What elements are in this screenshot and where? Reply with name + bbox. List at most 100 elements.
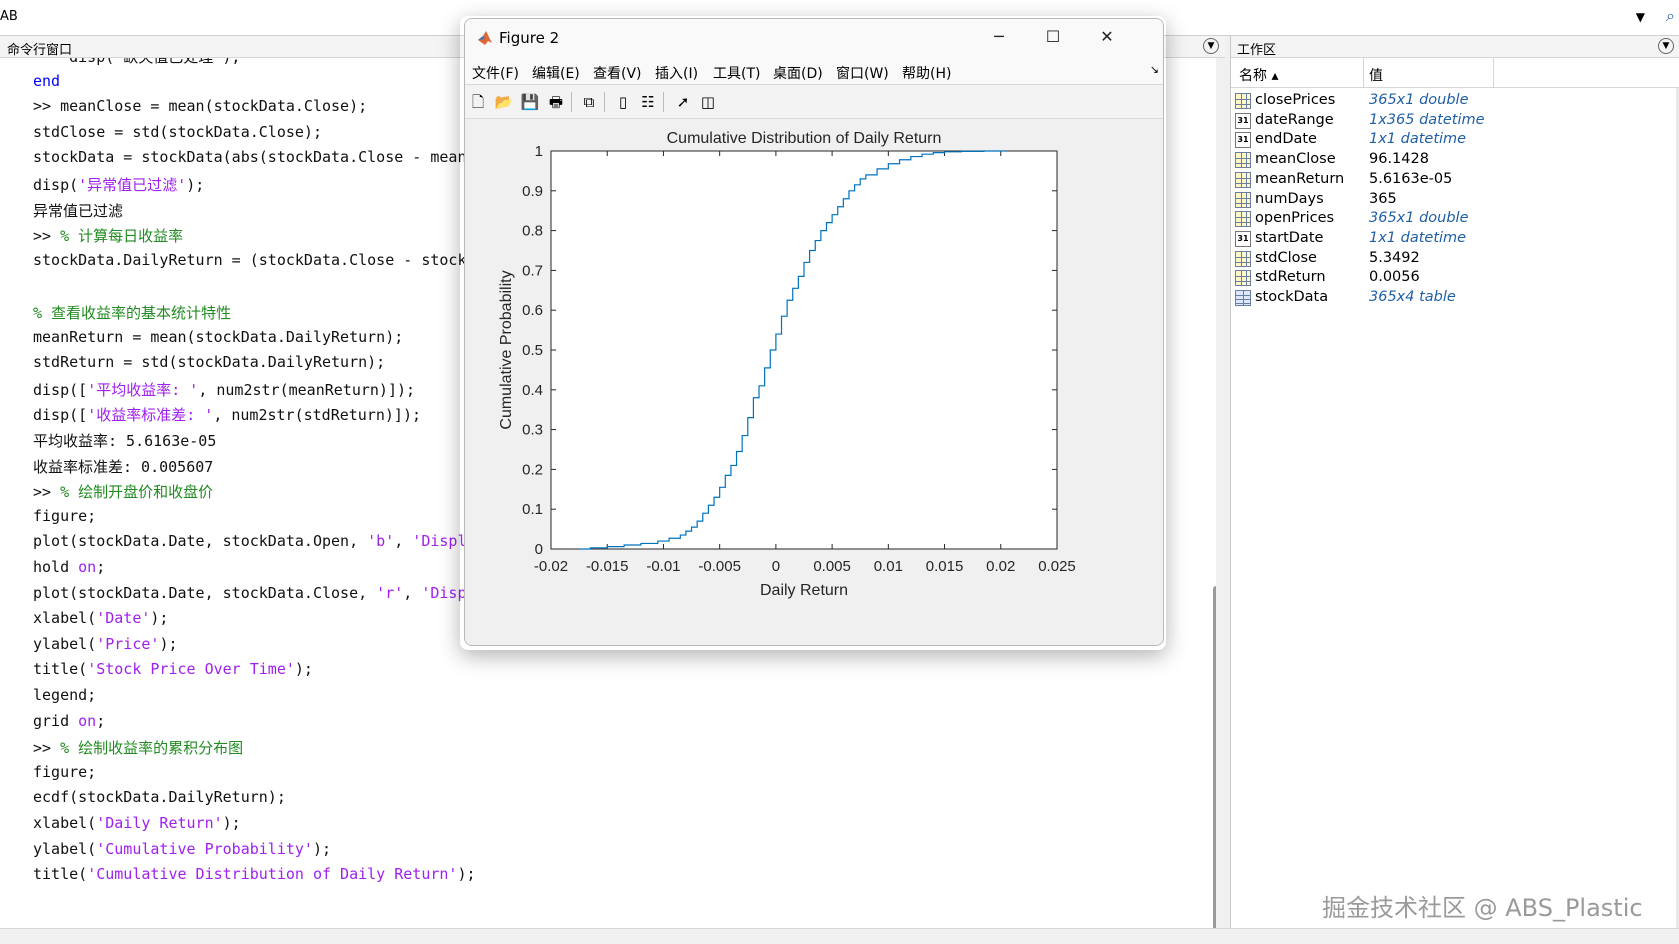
menu-view[interactable]: 查看(V) bbox=[593, 63, 642, 83]
command-line-token: disp([ bbox=[33, 406, 88, 425]
command-line: >> % 绘制开盘价和收盘价 bbox=[33, 481, 213, 506]
legend-icon[interactable]: ☷ bbox=[637, 92, 659, 112]
dock-icon[interactable]: ↘ bbox=[1150, 63, 1159, 76]
panel-menu-icon[interactable]: ▼ bbox=[1658, 38, 1674, 54]
workspace-variable-row[interactable]: 31 endDate 1x1 datetime bbox=[1231, 130, 1679, 150]
y-axis-label: Cumulative Probability bbox=[498, 270, 515, 429]
workspace-variable-row[interactable]: meanReturn 5.6163e-05 bbox=[1231, 170, 1679, 190]
workspace-variable-row[interactable]: numDays 365 bbox=[1231, 190, 1679, 210]
command-line-token: , num2str(meanReturn)]); bbox=[198, 380, 416, 399]
table-icon bbox=[1235, 290, 1251, 306]
variable-name: startDate bbox=[1255, 229, 1324, 246]
command-line-token: 'Stock Price Over Time' bbox=[87, 660, 295, 679]
chevron-down-icon[interactable]: ▼ bbox=[1636, 10, 1645, 24]
menu-insert[interactable]: 插入(I) bbox=[655, 63, 698, 83]
print-icon[interactable]: 🖶 bbox=[545, 92, 567, 112]
colorbar-icon[interactable]: ▯ bbox=[612, 92, 634, 112]
x-tick-label: -0.01 bbox=[646, 558, 680, 575]
menu-desktop[interactable]: 桌面(D) bbox=[773, 63, 823, 83]
command-line-token: 'Daily Return' bbox=[96, 814, 223, 832]
workspace-variable-row[interactable]: stockData 365x4 table bbox=[1231, 288, 1679, 308]
variable-name: meanReturn bbox=[1255, 170, 1345, 187]
save-icon[interactable]: 💾 bbox=[519, 92, 541, 112]
close-icon[interactable]: ✕ bbox=[1087, 27, 1127, 49]
command-line: figure; bbox=[33, 763, 96, 788]
command-line-token: legend; bbox=[33, 686, 97, 704]
command-line-token: meanReturn = mean(stockData.DailyReturn)… bbox=[33, 327, 404, 346]
menu-tools[interactable]: 工具(T) bbox=[713, 63, 760, 83]
command-line-token: ylabel( bbox=[33, 839, 97, 858]
command-line: meanReturn = mean(stockData.DailyReturn)… bbox=[33, 328, 403, 353]
figure-window[interactable]: Figure 2 ─ ☐ ✕ 文件(F) 编辑(E) 查看(V) 插入(I) 工… bbox=[464, 18, 1164, 646]
figure-menu-bar: 文件(F) 编辑(E) 查看(V) 插入(I) 工具(T) 桌面(D) 窗口(W… bbox=[465, 57, 1163, 85]
y-tick-label: 0 bbox=[535, 541, 543, 558]
y-tick-label: 0.9 bbox=[522, 183, 543, 200]
chart-title: Cumulative Distribution of Daily Return bbox=[667, 130, 942, 147]
matrix-icon bbox=[1235, 250, 1251, 267]
status-bar bbox=[0, 928, 1679, 944]
command-line-token: xlabel( bbox=[33, 609, 97, 628]
variable-value: 1x1 datetime bbox=[1369, 131, 1467, 148]
menu-edit[interactable]: 编辑(E) bbox=[532, 63, 580, 83]
command-line-token: grid bbox=[33, 711, 79, 730]
y-tick-label: 0.1 bbox=[522, 501, 543, 518]
workspace-variable-row[interactable]: closePrices 365x1 double bbox=[1231, 91, 1679, 111]
workspace-variable-row[interactable]: stdReturn 0.0056 bbox=[1231, 268, 1679, 288]
command-line-token: '平均收益率: ' bbox=[87, 380, 199, 399]
workspace-variable-row[interactable]: meanClose 96.1428 bbox=[1231, 150, 1679, 170]
search-icon[interactable]: ⌕ bbox=[1666, 6, 1675, 26]
command-line-token: , bbox=[403, 583, 422, 602]
workspace-variable-row[interactable]: 31 dateRange 1x365 datetime bbox=[1231, 111, 1679, 131]
workspace-variable-row[interactable]: openPrices 365x1 double bbox=[1231, 209, 1679, 229]
x-tick-label: 0.01 bbox=[874, 558, 903, 575]
variable-value: 96.1428 bbox=[1369, 151, 1429, 168]
variable-value: 365x1 double bbox=[1369, 92, 1469, 108]
new-figure-icon[interactable]: 🗋 bbox=[467, 92, 489, 112]
command-line: stockData.DailyReturn = (stockData.Close… bbox=[33, 251, 466, 276]
command-line-token: 'Date' bbox=[96, 609, 151, 628]
menu-file[interactable]: 文件(F) bbox=[472, 63, 519, 83]
workspace-variable-row[interactable]: 31 startDate 1x1 datetime bbox=[1231, 229, 1679, 249]
variable-value: 365 bbox=[1369, 190, 1397, 207]
vertical-scrollbar[interactable] bbox=[1213, 586, 1216, 928]
command-line-token: % 绘制开盘价和收盘价 bbox=[60, 483, 214, 502]
x-tick-label: -0.005 bbox=[698, 558, 741, 575]
command-line: ylabel('Price'); bbox=[33, 635, 178, 660]
figure-canvas[interactable]: -0.02 -0.015 -0.01 -0.005 0 0.005 0.01 0.015 0.0… bbox=[465, 119, 1163, 645]
command-line: title('Cumulative Distribution of Daily … bbox=[33, 865, 476, 890]
command-line-token: ); bbox=[294, 660, 313, 679]
pointer-icon[interactable]: ➚ bbox=[672, 92, 694, 112]
command-line: end bbox=[33, 72, 60, 97]
command-line-token: ecdf(stockData.DailyReturn); bbox=[33, 788, 286, 807]
watermark-text: 掘金技术社区 @ ABS_Plastic bbox=[1322, 894, 1643, 922]
column-header-name[interactable]: 名称 ▴ bbox=[1239, 65, 1278, 85]
link-plot-icon[interactable]: ⧉ bbox=[578, 92, 600, 112]
command-line-token: title( bbox=[33, 865, 88, 884]
workspace-variable-row[interactable]: stdClose 5.3492 bbox=[1231, 249, 1679, 269]
column-header-value[interactable]: 值 bbox=[1369, 65, 1383, 85]
command-line-token: 'Displ bbox=[412, 532, 467, 551]
command-line-token: ; bbox=[96, 558, 106, 576]
figure-title-bar[interactable]: Figure 2 ─ ☐ ✕ bbox=[465, 19, 1163, 57]
panel-menu-icon[interactable]: ▼ bbox=[1203, 38, 1219, 54]
open-file-icon[interactable]: 📂 bbox=[493, 92, 515, 112]
menu-window[interactable]: 窗口(W) bbox=[836, 63, 889, 83]
command-line: disp(['收益率标准差: ', num2str(stdReturn)]); bbox=[33, 404, 421, 429]
matrix-icon bbox=[1235, 270, 1251, 287]
command-line: ecdf(stockData.DailyReturn); bbox=[33, 788, 286, 813]
minimize-icon[interactable]: ─ bbox=[979, 27, 1019, 49]
property-editor-icon[interactable]: ◫ bbox=[697, 92, 719, 112]
command-line-token: 平均收益率: 5.6163e-05 bbox=[33, 432, 217, 450]
variable-value: 365x4 table bbox=[1369, 289, 1456, 305]
command-line-token: % 绘制收益率的累积分布图 bbox=[60, 739, 244, 758]
command-line-token: >> meanClose = mean(stockData.Close); bbox=[33, 97, 368, 116]
command-line-token: ); bbox=[159, 634, 178, 653]
variable-name: closePrices bbox=[1255, 92, 1336, 108]
command-line-token: stockData.DailyReturn = (stockData.Close… bbox=[33, 250, 467, 269]
x-tick-label: 0.025 bbox=[1038, 558, 1076, 575]
command-line-token: ); bbox=[457, 865, 476, 884]
menu-help[interactable]: 帮助(H) bbox=[902, 63, 951, 83]
command-line-token: >> bbox=[33, 739, 61, 758]
command-line-token: disp( bbox=[33, 176, 79, 194]
maximize-icon[interactable]: ☐ bbox=[1033, 27, 1073, 49]
